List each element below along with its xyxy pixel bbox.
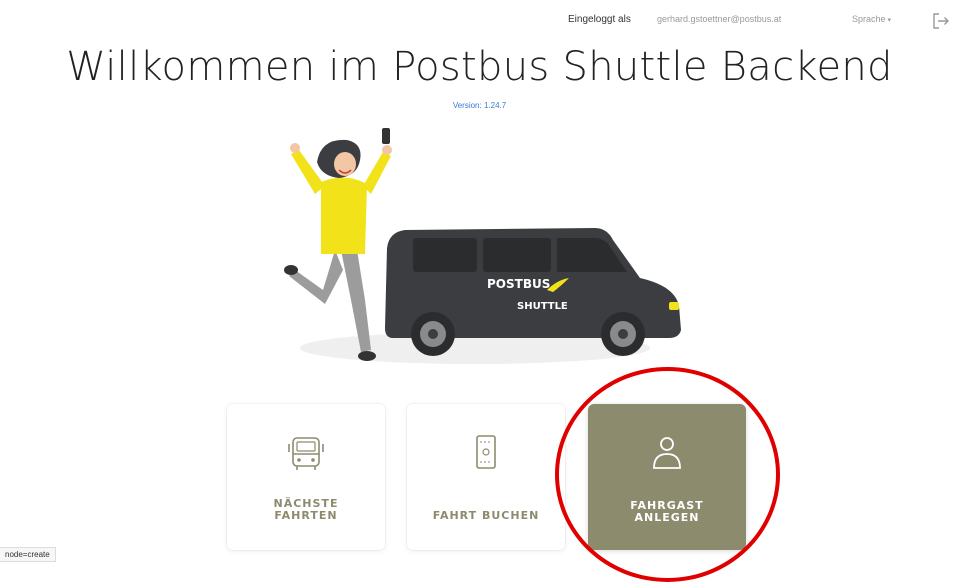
- card-label: FAHRT BUCHEN: [432, 509, 540, 522]
- bus-icon: [288, 437, 324, 470]
- card-next-trips[interactable]: NÄCHSTE FAHRTEN: [227, 404, 385, 550]
- top-bar: Eingeloggt als gerhard.gstoettner@postbu…: [0, 12, 959, 32]
- card-label: NÄCHSTE FAHRTEN: [273, 497, 339, 522]
- ticket-icon: [476, 435, 496, 469]
- card-label: FAHRGAST ANLEGEN: [630, 499, 704, 524]
- user-icon: [653, 437, 681, 469]
- logged-in-label: Eingeloggt als: [568, 14, 631, 25]
- card-create-passenger[interactable]: FAHRGAST ANLEGEN: [588, 404, 746, 550]
- card-book-trip[interactable]: FAHRT BUCHEN: [407, 404, 565, 550]
- hero-illustration: POSTBUS SHUTTLE: [284, 128, 681, 364]
- page-title: Willkommen im Postbus Shuttle Backend: [66, 44, 893, 90]
- version-label: Version: 1.24.7: [452, 101, 507, 110]
- van-brand-top: POSTBUS: [487, 277, 550, 291]
- action-cards: NÄCHSTE FAHRTEN FAHRT BUCHEN FAHRGAST ANLE…: [0, 404, 959, 550]
- van-brand-bottom: SHUTTLE: [517, 301, 568, 312]
- status-bar: node=create: [0, 547, 56, 562]
- van-illustration: POSTBUS SHUTTLE: [385, 228, 681, 356]
- logout-icon[interactable]: [932, 12, 950, 30]
- user-email: gerhard.gstoettner@postbus.at: [657, 14, 782, 24]
- chevron-down-icon: ▾: [887, 17, 892, 24]
- woman-illustration: [284, 128, 392, 361]
- language-dropdown[interactable]: Sprache ▾: [852, 14, 891, 24]
- language-label: Sprache: [852, 14, 886, 24]
